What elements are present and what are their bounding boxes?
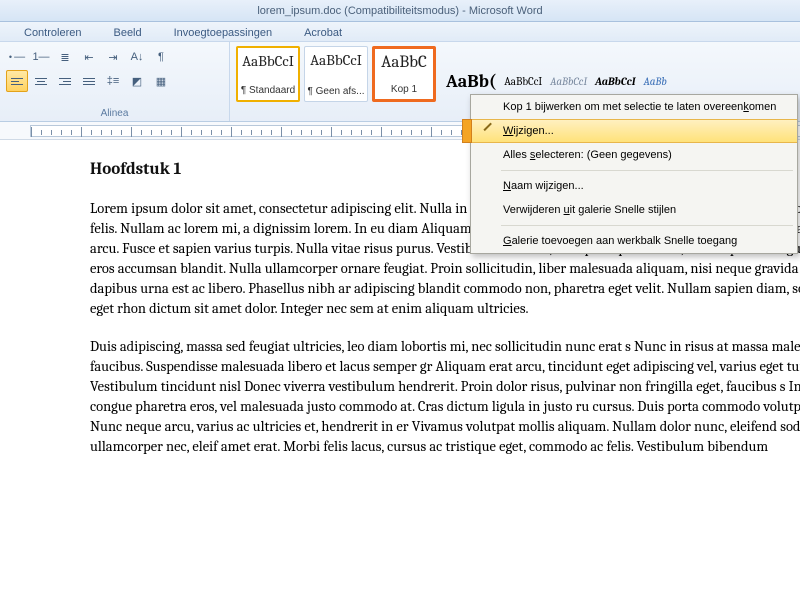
align-left-icon[interactable]	[6, 70, 28, 92]
style-extra-3[interactable]: AaBbCcI	[550, 75, 587, 88]
style-extra-2[interactable]: AaBbCcI	[504, 75, 542, 88]
align-right-icon[interactable]	[54, 70, 76, 92]
style-context-menu: Kop 1 bijwerken om met selectie te laten…	[470, 94, 798, 254]
style-geen-afstand[interactable]: AaBbCcI ¶ Geen afs...	[304, 46, 368, 102]
decrease-indent-icon[interactable]: ⇤	[78, 46, 100, 68]
tab-controleren[interactable]: Controleren	[20, 25, 85, 41]
styles-gallery: AaBbCcI ¶ Standaard AaBbCcI ¶ Geen afs..…	[230, 42, 442, 121]
align-center-icon[interactable]	[30, 70, 52, 92]
menu-add-to-qat[interactable]: Galerie toevoegen aan werkbalk Snelle to…	[471, 229, 797, 253]
window-title: lorem_ipsum.doc (Compatibiliteitsmodus) …	[257, 5, 542, 17]
menu-separator	[501, 170, 793, 171]
window-titlebar: lorem_ipsum.doc (Compatibiliteitsmodus) …	[0, 0, 800, 22]
menu-select-all[interactable]: Alles selecteren: (Geen gegevens)	[471, 143, 797, 167]
tab-acrobat[interactable]: Acrobat	[300, 25, 346, 41]
group-label-alinea: Alinea	[6, 106, 223, 119]
increase-indent-icon[interactable]: ⇥	[102, 46, 124, 68]
style-extra-5[interactable]: AaBb	[644, 75, 667, 88]
paragraph-2: Duis adipiscing, massa sed feugiat ultri…	[90, 337, 800, 457]
ribbon-group-alinea: 1— ≣ ⇤ ⇥ A↓ ¶ ‡≡ ◩ ▦ Alinea	[0, 42, 230, 121]
ribbon-tabs: Controleren Beeld Invoegtoepassingen Acr…	[0, 22, 800, 42]
bullets-icon[interactable]	[6, 46, 28, 68]
style-extra-4[interactable]: AaBbCcI	[595, 75, 635, 88]
menu-remove-from-gallery[interactable]: Verwijderen uit galerie Snelle stijlen	[471, 198, 797, 222]
style-standaard[interactable]: AaBbCcI ¶ Standaard	[236, 46, 300, 102]
line-spacing-icon[interactable]: ‡≡	[102, 70, 124, 92]
sort-icon[interactable]: A↓	[126, 46, 148, 68]
style-kop-1[interactable]: AaBbC Kop 1	[372, 46, 436, 102]
shading-icon[interactable]: ◩	[126, 70, 148, 92]
tab-beeld[interactable]: Beeld	[109, 25, 145, 41]
menu-update-to-match[interactable]: Kop 1 bijwerken om met selectie te laten…	[471, 95, 797, 119]
style-extra-1[interactable]: AaBb(	[446, 71, 496, 92]
tab-invoegtoepassingen[interactable]: Invoegtoepassingen	[170, 25, 276, 41]
menu-wijzigen[interactable]: Wijzigen...	[471, 119, 797, 143]
pencil-icon	[477, 123, 495, 141]
menu-rename[interactable]: Naam wijzigen...	[471, 174, 797, 198]
multilevel-list-icon[interactable]: ≣	[54, 46, 76, 68]
numbering-icon[interactable]: 1—	[30, 46, 52, 68]
borders-icon[interactable]: ▦	[150, 70, 172, 92]
justify-icon[interactable]	[78, 70, 100, 92]
menu-separator	[501, 225, 793, 226]
show-marks-icon[interactable]: ¶	[150, 46, 172, 68]
